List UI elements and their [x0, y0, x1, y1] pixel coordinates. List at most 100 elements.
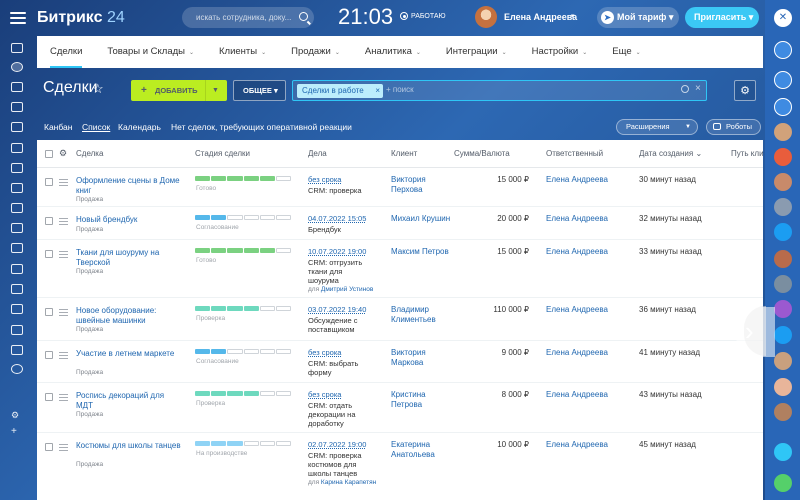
- deal-name[interactable]: Участие в летнем маркете: [76, 349, 181, 359]
- task-deadline[interactable]: 03.07.2022 19:40: [308, 305, 366, 314]
- phone-icon[interactable]: [774, 443, 792, 461]
- deal-name[interactable]: Новое оборудование: швейные машинки: [76, 306, 181, 325]
- responsible-link[interactable]: Елена Андреева: [546, 214, 608, 223]
- row-checkbox[interactable]: [45, 308, 53, 316]
- row-checkbox[interactable]: [45, 217, 53, 225]
- add-button[interactable]: + ДОБАВИТЬ ▼: [131, 80, 227, 101]
- chevron-down-icon[interactable]: ▼: [212, 80, 219, 101]
- stage-progress[interactable]: [195, 349, 292, 354]
- drive-icon[interactable]: [11, 223, 23, 233]
- task-deadline[interactable]: 02.07.2022 19:00: [308, 440, 366, 449]
- home-icon[interactable]: [11, 43, 23, 53]
- close-icon[interactable]: ✕: [774, 9, 792, 27]
- chat-icon[interactable]: [774, 71, 792, 89]
- shop-icon[interactable]: [11, 325, 23, 335]
- table-row[interactable]: Оформление сцены в Доме книг Продажа Готов…: [37, 168, 763, 207]
- close-icon[interactable]: ×: [695, 83, 701, 94]
- contact-avatar[interactable]: [774, 275, 792, 293]
- inbox-icon[interactable]: [11, 163, 23, 173]
- row-checkbox[interactable]: [45, 443, 53, 451]
- contact-avatar[interactable]: [774, 198, 792, 216]
- responsible-link[interactable]: Елена Андреева: [546, 175, 608, 184]
- robot-icon[interactable]: [11, 143, 23, 153]
- col-sum[interactable]: Сумма/Валюта: [454, 149, 510, 158]
- lock-icon[interactable]: [774, 300, 792, 318]
- target-icon[interactable]: [11, 82, 23, 92]
- nav-integrations[interactable]: Интеграции ⌄: [446, 36, 507, 68]
- table-row[interactable]: Ткани для шоуруму на Тверской Продажа Гото…: [37, 240, 763, 298]
- row-menu-icon[interactable]: [59, 394, 68, 403]
- extensions-button[interactable]: Расширения ▼: [616, 119, 698, 135]
- tariff-button[interactable]: ➤ Мой тариф ▾: [597, 7, 679, 28]
- work-status[interactable]: РАБОТАЮ: [400, 12, 446, 20]
- nav-analytics[interactable]: Аналитика ⌄: [365, 36, 421, 68]
- task-deadline[interactable]: без срока: [308, 348, 341, 357]
- mail-icon[interactable]: [11, 264, 23, 274]
- contact-avatar[interactable]: [774, 123, 792, 141]
- storage-icon[interactable]: [11, 243, 23, 253]
- funnel-icon[interactable]: [11, 62, 23, 72]
- settings-icon[interactable]: [11, 364, 23, 374]
- select-all-checkbox[interactable]: [45, 150, 53, 158]
- task-assignee[interactable]: Карина Карапетян: [321, 479, 376, 486]
- star-icon[interactable]: ☆: [92, 81, 104, 97]
- table-row[interactable]: Новый брендбук Продажа Согласование 04.07.2…: [37, 207, 763, 240]
- responsible-link[interactable]: Елена Андреева: [546, 348, 608, 357]
- lock-icon[interactable]: [774, 326, 792, 344]
- task-deadline[interactable]: без срока: [308, 390, 341, 399]
- group-avatar[interactable]: [774, 223, 792, 241]
- filter-chip[interactable]: Сделки в работе ×: [297, 84, 383, 98]
- tab-calendar[interactable]: Календарь: [118, 122, 161, 132]
- plus-icon[interactable]: +: [11, 426, 23, 437]
- stage-progress[interactable]: [195, 306, 292, 311]
- nav-sales[interactable]: Продажи ⌄: [291, 36, 340, 68]
- group-avatar[interactable]: [774, 148, 792, 166]
- stage-progress[interactable]: [195, 176, 292, 181]
- robots-button[interactable]: Роботы: [706, 119, 761, 135]
- row-checkbox[interactable]: [45, 178, 53, 186]
- client-link[interactable]: Виктория Маркова: [391, 348, 451, 368]
- col-path[interactable]: Путь кли: [731, 149, 763, 158]
- deal-name[interactable]: Оформление сцены в Доме книг: [76, 176, 181, 195]
- col-tasks[interactable]: Дела: [308, 149, 327, 158]
- gear-icon[interactable]: ⚙: [734, 80, 756, 101]
- row-menu-icon[interactable]: [59, 352, 68, 361]
- apps-icon[interactable]: [11, 345, 23, 355]
- responsible-link[interactable]: Елена Андреева: [546, 440, 608, 449]
- responsible-link[interactable]: Елена Андреева: [546, 305, 608, 314]
- users-icon[interactable]: [11, 284, 23, 294]
- contact-avatar[interactable]: [774, 352, 792, 370]
- tab-urgent[interactable]: Нет сделок, требующих оперативной реакци…: [171, 122, 352, 132]
- client-link[interactable]: Владимир Климентьев: [391, 305, 451, 325]
- table-row[interactable]: Участие в летнем маркете Продажа Согласова…: [37, 341, 763, 383]
- contact-avatar[interactable]: [774, 250, 792, 268]
- hamburger-menu-icon[interactable]: [10, 12, 26, 24]
- user-name[interactable]: Елена Андреева: [504, 12, 577, 22]
- task-deadline[interactable]: 10.07.2022 19:00: [308, 247, 366, 256]
- chat-icon[interactable]: [11, 183, 23, 193]
- responsible-link[interactable]: Елена Андреева: [546, 247, 608, 256]
- table-row[interactable]: Костюмы для школы танцев Продажа На произв…: [37, 433, 763, 500]
- calendar-icon[interactable]: [11, 203, 23, 213]
- nav-clients[interactable]: Клиенты ⌄: [219, 36, 266, 68]
- contact-avatar[interactable]: [774, 378, 792, 396]
- gear-icon[interactable]: ⚙: [59, 148, 67, 159]
- search-icon[interactable]: [681, 85, 689, 93]
- row-menu-icon[interactable]: [59, 309, 68, 318]
- nav-products[interactable]: Товары и Склады ⌄: [107, 36, 194, 68]
- contact-avatar[interactable]: [774, 403, 792, 421]
- nav-more[interactable]: Еще ⌄: [612, 36, 640, 68]
- checkbox-icon[interactable]: [11, 122, 23, 132]
- tab-list[interactable]: Список: [82, 122, 110, 132]
- deal-name[interactable]: Ткани для шоуруму на Тверской: [76, 248, 181, 267]
- task-deadline[interactable]: без срока: [308, 175, 341, 184]
- table-row[interactable]: Роспись декораций для МДТ Продажа Проверка…: [37, 383, 763, 433]
- task-deadline[interactable]: 04.07.2022 15:05: [308, 214, 366, 223]
- stage-progress[interactable]: [195, 441, 292, 446]
- filter-search-input[interactable]: Сделки в работе × + поиск ×: [292, 80, 707, 101]
- row-checkbox[interactable]: [45, 351, 53, 359]
- col-created[interactable]: Дата создания ⌄: [639, 149, 702, 158]
- deal-name[interactable]: Костюмы для школы танцев: [76, 441, 181, 451]
- stage-progress[interactable]: [195, 391, 292, 396]
- col-responsible[interactable]: Ответственный: [546, 149, 603, 158]
